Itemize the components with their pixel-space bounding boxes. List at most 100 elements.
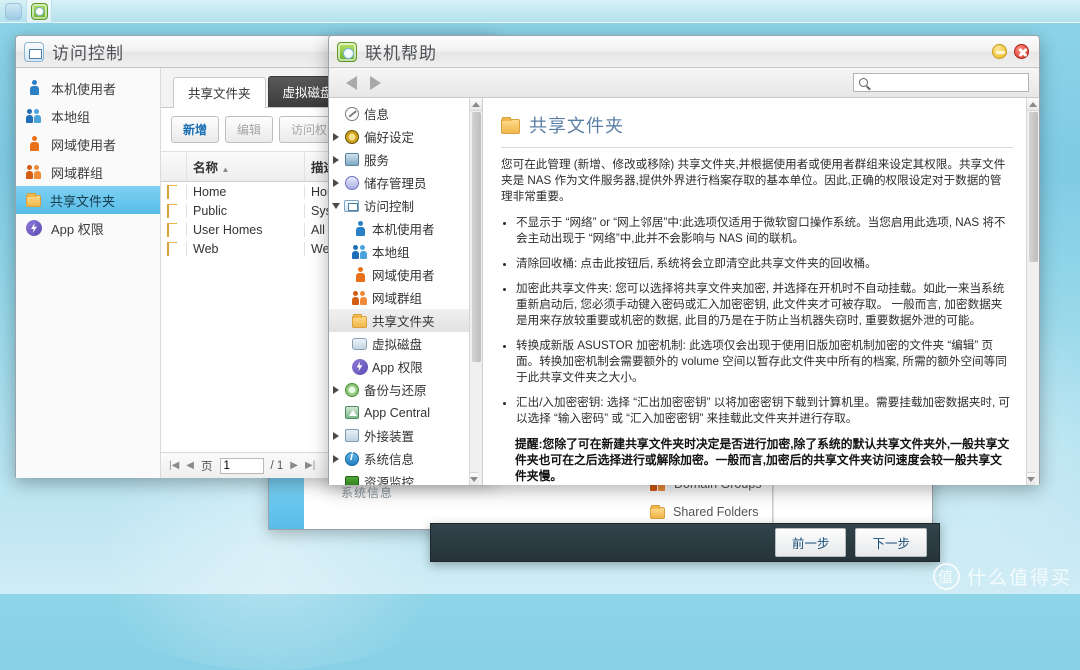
sidebar-item-app-privileges[interactable]: App 权限 [16, 214, 160, 242]
external-devices-icon [344, 429, 359, 442]
sort-asc-icon: ▲ [221, 165, 230, 174]
app-icon-help-green [30, 2, 48, 20]
nav-item-label: 偏好设定 [364, 131, 415, 145]
nav-scrollbar[interactable] [469, 98, 482, 485]
nav-item-local-groups[interactable]: 本地组 [329, 240, 470, 263]
search-icon [859, 78, 868, 87]
nav-item-resource-monitor[interactable]: 资源监控 [329, 470, 470, 485]
sidebar-item-label: 本机使用者 [51, 81, 117, 97]
watermark-badge: 值 [932, 563, 960, 590]
back-button[interactable] [339, 72, 363, 94]
folder-icon [501, 116, 520, 134]
nav-item-virtual-disk[interactable]: 虚拟磁盘 [329, 332, 470, 355]
next-step-button[interactable]: 下一步 [855, 528, 927, 557]
nav-item-information[interactable]: 信息 [329, 102, 470, 125]
last-page-button[interactable]: ▶| [305, 460, 315, 471]
nav-item-storage-manager[interactable]: 储存管理员 [329, 171, 470, 194]
sidebar-item-label: 本地组 [51, 109, 91, 125]
nav-item-external-devices[interactable]: 外接装置 [329, 424, 470, 447]
page-title: 联机帮助 [365, 44, 437, 63]
chevron-right-icon[interactable] [329, 178, 343, 187]
search-box[interactable] [853, 73, 1029, 92]
page-number-input[interactable] [219, 457, 264, 474]
first-page-button[interactable]: |◀ [169, 460, 179, 471]
sidebar-item-domain-users[interactable]: 网域使用者 [16, 130, 160, 158]
search-input[interactable] [872, 75, 1023, 90]
nav-item-app-privileges[interactable]: App 权限 [329, 355, 470, 378]
nav-item-app-central[interactable]: App Central [329, 401, 470, 424]
chevron-right-icon[interactable] [329, 454, 343, 463]
column-header-name[interactable]: 名称 ▲ [187, 152, 305, 181]
taskbar-item-1[interactable] [26, 0, 52, 23]
article-note: 提醒:您除了可在新建共享文件夹时决定是否进行加密,除了系统的默认共享文件夹外,一… [515, 437, 1010, 483]
app-privilege-icon [351, 358, 368, 375]
nav-item-label: 服务 [364, 154, 390, 168]
nav-item-label: 备份与还原 [364, 384, 427, 398]
nav-item-label: 系统信息 [364, 453, 415, 467]
nav-scroll-down-button[interactable] [470, 472, 478, 485]
forward-button[interactable] [363, 72, 387, 94]
column-header-icon [161, 152, 187, 181]
taskbar-item-0[interactable] [0, 0, 26, 23]
local-group-icon [351, 244, 368, 260]
article-heading: 共享文件夹 [501, 112, 1013, 148]
nav-item-label: 储存管理员 [364, 177, 427, 191]
nav-item-shared-folders[interactable]: 共享文件夹 [329, 309, 470, 332]
chevron-right-icon[interactable] [329, 155, 343, 164]
bw-list-item-shared-folders[interactable]: Shared Folders [638, 498, 772, 526]
local-group-icon [26, 108, 42, 124]
nav-item-label: 本机使用者 [372, 223, 435, 237]
app-privilege-icon [26, 220, 42, 236]
nav-item-services[interactable]: 服务 [329, 148, 470, 171]
access-control-sidebar: 本机使用者 本地组 网域使用者 网域群组 共享文件夹 App 权限 [16, 68, 161, 478]
online-help-window[interactable]: 联机帮助 信息 偏好设定 服务 储存管理员 访问控制 本机使用者 本地组 网域使… [328, 35, 1040, 485]
sidebar-item-local-groups[interactable]: 本地组 [16, 102, 160, 130]
background-window-label: 系统信息 [341, 486, 394, 500]
chevron-right-icon[interactable] [329, 385, 343, 394]
close-button[interactable] [1014, 44, 1029, 59]
help-navigation-tree: 信息 偏好设定 服务 储存管理员 访问控制 本机使用者 本地组 网域使用者 网域… [329, 98, 483, 485]
minimize-button[interactable] [992, 44, 1007, 59]
chevron-right-icon[interactable] [329, 431, 343, 440]
help-article: 共享文件夹 您可在此管理 (新增、修改或移除) 共享文件夹,并根据使用者或使用者… [483, 98, 1039, 485]
nav-item-local-users[interactable]: 本机使用者 [329, 217, 470, 240]
previous-step-button[interactable]: 前一步 [774, 528, 847, 557]
prev-page-button[interactable]: ◀ [186, 460, 194, 471]
forward-arrow-icon [369, 75, 381, 90]
add-button[interactable]: 新增 [171, 116, 220, 143]
nav-item-access-control[interactable]: 访问控制 [329, 194, 470, 217]
content-scroll-down-button[interactable] [1027, 472, 1035, 485]
sidebar-item-local-users[interactable]: 本机使用者 [16, 74, 160, 102]
nav-scroll-thumb[interactable] [472, 112, 481, 362]
app-central-icon [344, 406, 359, 419]
sidebar-item-domain-groups[interactable]: 网域群组 [16, 158, 160, 186]
nav-item-system-information[interactable]: 系统信息 [329, 447, 470, 470]
folder-icon [167, 184, 169, 199]
nav-item-domain-users[interactable]: 网域使用者 [329, 263, 470, 286]
page-title: 访问控制 [52, 44, 124, 63]
nav-item-domain-groups[interactable]: 网域群组 [329, 286, 470, 309]
nav-scroll-up-button[interactable] [470, 98, 482, 111]
edit-button[interactable]: 编辑 [225, 116, 274, 143]
next-page-button[interactable]: ▶ [290, 460, 298, 471]
content-scrollbar[interactable] [1026, 98, 1039, 485]
content-scroll-thumb[interactable] [1029, 112, 1038, 262]
chevron-down-icon[interactable] [329, 202, 343, 209]
tab-shared-folders[interactable]: 共享文件夹 [173, 77, 266, 108]
content-scroll-up-button[interactable] [1027, 98, 1039, 111]
cell-name: Web [187, 241, 305, 256]
folder-icon [167, 241, 169, 256]
chevron-right-icon[interactable] [329, 132, 343, 141]
nav-item-backup-restore[interactable]: 备份与还原 [329, 378, 470, 401]
article-bullet-list: 不显示于 “网络” or “网上邻居”中:此选项仅适用于微软窗口操作系统。当您启… [501, 215, 1013, 427]
nav-item-label: App Central [364, 405, 431, 420]
sidebar-item-shared-folders[interactable]: 共享文件夹 [16, 186, 160, 214]
domain-group-icon [351, 290, 368, 306]
backup-restore-icon [344, 382, 359, 397]
shared-folder-icon [352, 313, 367, 328]
access-control-icon [344, 199, 359, 212]
sidebar-item-label: 网域群组 [51, 165, 104, 181]
nav-item-preferences[interactable]: 偏好设定 [329, 125, 470, 148]
online-help-title-bar[interactable]: 联机帮助 [329, 36, 1039, 68]
online-help-icon [337, 41, 357, 62]
